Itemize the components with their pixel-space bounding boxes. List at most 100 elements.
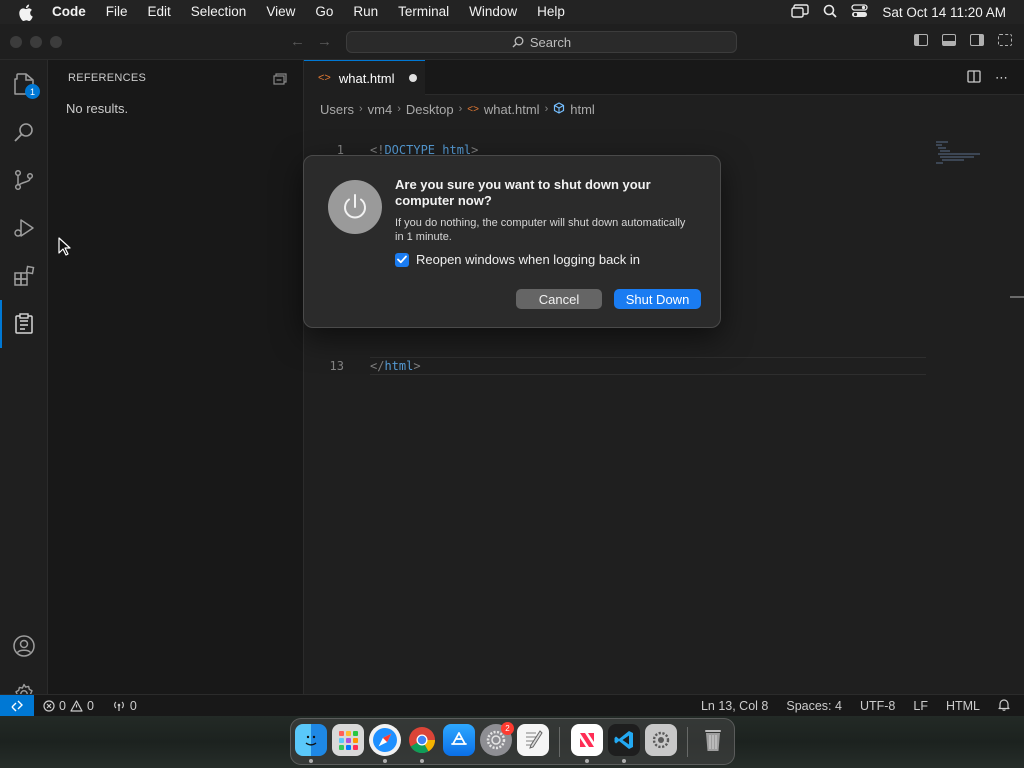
- chevron-right-icon: ›: [458, 103, 463, 115]
- toggle-panel-icon[interactable]: [942, 34, 956, 46]
- breadcrumb-file[interactable]: what.html: [484, 102, 540, 117]
- editor-actions: ⋯: [967, 70, 1008, 86]
- minimize-window-button[interactable]: [30, 36, 42, 48]
- menu-run[interactable]: Run: [343, 0, 388, 24]
- references-view-button[interactable]: [0, 300, 48, 348]
- source-control-icon: [14, 169, 34, 191]
- toggle-primary-sidebar-icon[interactable]: [914, 34, 928, 46]
- explorer-button[interactable]: 1: [0, 60, 48, 108]
- source-control-button[interactable]: [0, 156, 48, 204]
- breadcrumb-symbol[interactable]: html: [570, 102, 595, 117]
- run-debug-button[interactable]: [0, 204, 48, 252]
- menu-bar-clock[interactable]: Sat Oct 14 11:20 AM: [882, 5, 1006, 20]
- menu-go[interactable]: Go: [305, 0, 343, 24]
- menu-selection[interactable]: Selection: [181, 0, 257, 24]
- minimap[interactable]: [934, 140, 984, 170]
- menu-edit[interactable]: Edit: [138, 0, 181, 24]
- search-icon: [512, 36, 524, 48]
- menu-view[interactable]: View: [256, 0, 305, 24]
- layout-controls: [914, 34, 1012, 46]
- references-sidebar: REFERENCES No results.: [48, 60, 304, 694]
- problems-indicator[interactable]: 0 0 0: [43, 699, 137, 713]
- apple-menu-icon[interactable]: [8, 4, 42, 21]
- no-results-text: No results.: [66, 101, 129, 116]
- customize-layout-icon[interactable]: [998, 34, 1012, 46]
- references-icon: [15, 313, 33, 334]
- html-file-icon: <>: [467, 103, 479, 115]
- scrollbar-marker[interactable]: [1010, 296, 1024, 298]
- zoom-window-button[interactable]: [50, 36, 62, 48]
- more-actions-icon[interactable]: ⋯: [995, 70, 1008, 86]
- remote-indicator-icon[interactable]: [0, 694, 34, 717]
- reopen-windows-checkbox[interactable]: Reopen windows when logging back in: [395, 252, 640, 267]
- checkbox-label[interactable]: Reopen windows when logging back in: [416, 252, 640, 267]
- encoding[interactable]: UTF-8: [860, 699, 895, 713]
- menu-file[interactable]: File: [96, 0, 138, 24]
- breadcrumb-users[interactable]: Users: [320, 102, 354, 117]
- system-settings-icon[interactable]: 2: [480, 722, 514, 756]
- textedit-icon[interactable]: [517, 724, 549, 756]
- back-arrow-icon[interactable]: ←: [290, 33, 305, 50]
- shut-down-button[interactable]: Shut Down: [614, 289, 701, 309]
- system-utility-icon[interactable]: [645, 724, 677, 756]
- error-icon: [43, 699, 55, 712]
- toggle-secondary-sidebar-icon[interactable]: [970, 34, 984, 46]
- split-editor-icon[interactable]: [967, 70, 981, 86]
- checkmark-icon[interactable]: [395, 252, 409, 267]
- breadcrumb-desktop[interactable]: Desktop: [406, 102, 454, 117]
- extensions-button[interactable]: [0, 252, 48, 300]
- trash-icon[interactable]: [697, 724, 729, 756]
- finder-icon[interactable]: [295, 724, 327, 756]
- status-bar: 0 0 0 Ln 13, Col 8 Spaces: 4 UTF-8 LF HT…: [0, 694, 1024, 717]
- dialog-message: If you do nothing, the computer will shu…: [395, 217, 686, 243]
- control-center-icon[interactable]: [851, 3, 869, 21]
- cancel-button[interactable]: Cancel: [516, 289, 602, 309]
- error-count: 0: [59, 698, 66, 713]
- chrome-icon[interactable]: [406, 724, 438, 756]
- run-debug-icon: [14, 219, 34, 237]
- current-line-highlight: [370, 357, 926, 375]
- search-view-button[interactable]: [0, 108, 48, 156]
- power-icon: [328, 180, 382, 234]
- status-right-items: Ln 13, Col 8 Spaces: 4 UTF-8 LF HTML: [701, 698, 1024, 714]
- unsaved-dot-icon[interactable]: [408, 74, 417, 82]
- menu-help[interactable]: Help: [527, 0, 575, 24]
- vscode-window: ← → Search 1 REFERENCES No results. <> w…: [0, 24, 1024, 717]
- mouse-cursor-icon: [58, 237, 71, 261]
- menu-app-code[interactable]: Code: [42, 0, 96, 24]
- breadcrumb-vm4[interactable]: vm4: [368, 102, 393, 117]
- menu-window[interactable]: Window: [459, 0, 527, 24]
- accounts-button[interactable]: [0, 622, 48, 670]
- command-center-search[interactable]: Search: [346, 31, 737, 53]
- running-indicator: [383, 759, 387, 763]
- chevron-right-icon: ›: [358, 103, 363, 115]
- warning-icon: [70, 699, 83, 712]
- end-of-line[interactable]: LF: [913, 699, 928, 713]
- language-mode[interactable]: HTML: [946, 699, 980, 713]
- running-indicator: [585, 759, 589, 763]
- launchpad-icon[interactable]: [332, 724, 364, 756]
- search-label: Search: [529, 34, 572, 50]
- running-indicator: [420, 759, 424, 763]
- activity-bar: 1: [0, 60, 48, 705]
- menu-terminal[interactable]: Terminal: [388, 0, 459, 24]
- indentation[interactable]: Spaces: 4: [786, 699, 842, 713]
- window-controls: [10, 36, 62, 48]
- tab-what-html[interactable]: <> what.html: [304, 60, 425, 95]
- notifications-bell-icon[interactable]: [998, 698, 1010, 714]
- forward-arrow-icon[interactable]: →: [317, 33, 332, 50]
- ports-antenna-icon: [114, 701, 124, 711]
- collapse-all-icon[interactable]: [273, 72, 287, 90]
- dock-separator: [687, 727, 688, 757]
- vscode-icon[interactable]: [608, 724, 640, 756]
- chevron-right-icon: ›: [544, 103, 549, 115]
- sidebar-title: REFERENCES: [68, 72, 147, 84]
- app-store-icon[interactable]: [443, 724, 475, 756]
- extensions-icon: [14, 265, 35, 286]
- safari-icon[interactable]: [369, 724, 401, 756]
- close-window-button[interactable]: [10, 36, 22, 48]
- cursor-position[interactable]: Ln 13, Col 8: [701, 699, 768, 713]
- news-icon[interactable]: [571, 724, 603, 756]
- spotlight-search-icon[interactable]: [823, 4, 838, 21]
- screen-mirroring-icon[interactable]: [791, 3, 810, 21]
